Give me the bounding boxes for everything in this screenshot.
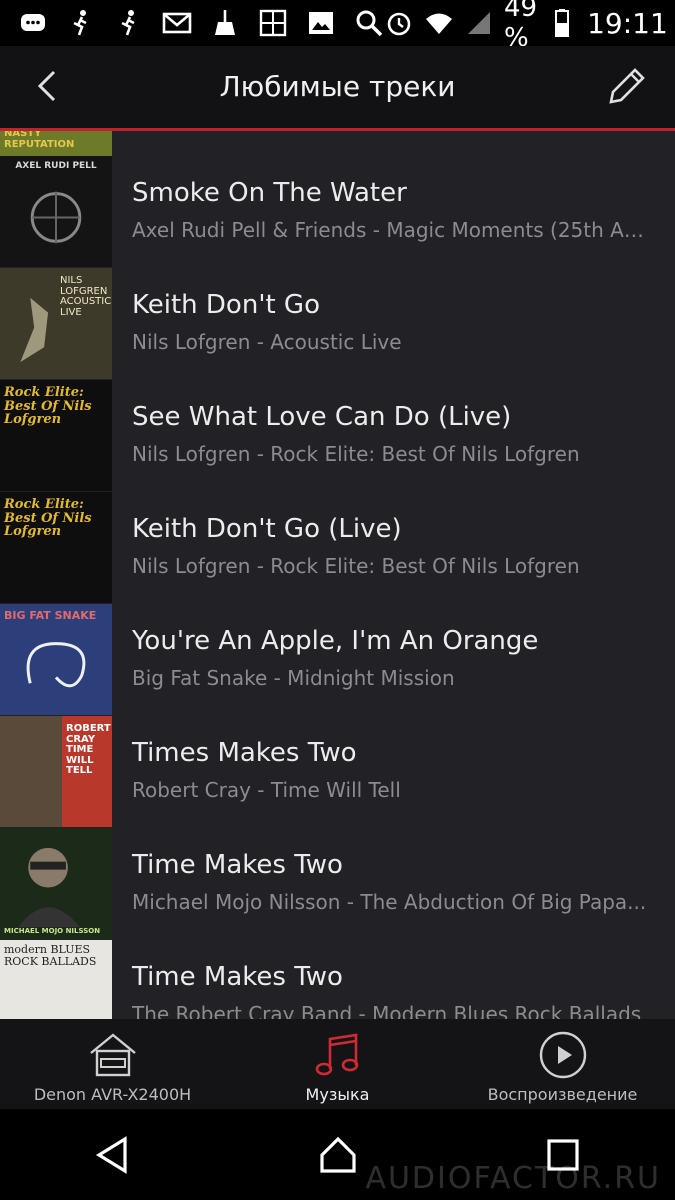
status-bar: 49 % 19:11: [0, 0, 675, 53]
app-header: Любимые треки: [0, 46, 675, 131]
list-item[interactable]: MICHAEL MOJO NILSSON Time Makes Two Mich…: [0, 828, 675, 941]
music-note-icon: [312, 1029, 364, 1081]
list-item[interactable]: Rock Elite: Best Of Nils Lofgren See Wha…: [0, 380, 675, 493]
track-subtitle: Nils Lofgren - Rock Elite: Best Of Nils …: [132, 554, 580, 578]
album-art-text: MICHAEL MOJO NILSSON: [4, 926, 101, 935]
list-item[interactable]: BIG FAT SNAKE You're An Apple, I'm An Or…: [0, 604, 675, 717]
album-art-text: modern BLUES ROCK BALLADS: [4, 943, 97, 968]
nav-device[interactable]: Denon AVR-X2400H: [0, 1019, 225, 1109]
battery-icon: [547, 8, 577, 38]
nav-playback[interactable]: Воспроизведение: [450, 1019, 675, 1109]
track-title: See What Love Can Do (Live): [132, 402, 512, 432]
album-art-text: Rock Elite: Best Of Nils Lofgren: [4, 385, 92, 428]
album-art: AXEL RUDI PELL: [0, 156, 112, 267]
track-title: Time Makes Two: [132, 962, 343, 992]
list-item[interactable]: AXEL RUDI PELL Smoke On The Water Axel R…: [0, 156, 675, 269]
track-subtitle: Michael Mojo Nilsson - The Abduction Of …: [132, 890, 647, 914]
home-icon[interactable]: [316, 1133, 360, 1177]
gallery-icon: [258, 8, 288, 38]
album-art: NASTY REPUTATION: [0, 131, 112, 156]
broom-icon: [210, 8, 240, 38]
watermark: AUDIOFACTOR.RU: [365, 1161, 661, 1196]
album-art: Rock Elite: Best Of Nils Lofgren: [0, 380, 112, 491]
runner-icon: [114, 8, 144, 38]
track-title: Keith Don't Go (Live): [132, 514, 402, 544]
favorite-tracks-list[interactable]: NASTY REPUTATION AXEL RUDI PELL Smoke On…: [0, 131, 675, 1019]
track-title: Times Makes Two: [132, 738, 357, 768]
album-art: ROBERT CRAY TIME WILL TELL: [0, 716, 112, 827]
nav-device-label: Denon AVR-X2400H: [33, 1085, 192, 1104]
list-item[interactable]: NILS LOFGREN ACOUSTIC LIVE Keith Don't G…: [0, 268, 675, 381]
play-circle-icon: [537, 1029, 589, 1081]
album-art: modern BLUES ROCK BALLADS: [0, 940, 112, 1019]
nav-playback-label: Воспроизведение: [487, 1085, 638, 1104]
search-icon: [354, 8, 384, 38]
signal-icon: [464, 8, 494, 38]
track-title: Keith Don't Go: [132, 290, 320, 320]
album-art: Rock Elite: Best Of Nils Lofgren: [0, 492, 112, 603]
album-art: NILS LOFGREN ACOUSTIC LIVE: [0, 268, 112, 379]
clock: 19:11: [587, 6, 668, 40]
wifi-icon: [424, 8, 454, 38]
mail-icon: [162, 8, 192, 38]
album-art-text: ROBERT CRAY TIME WILL TELL: [66, 723, 111, 776]
back-triangle-icon[interactable]: [91, 1133, 135, 1177]
nav-music-label: Музыка: [305, 1085, 370, 1104]
list-item[interactable]: NASTY REPUTATION: [0, 131, 675, 158]
track-subtitle: Nils Lofgren - Rock Elite: Best Of Nils …: [132, 442, 580, 466]
album-art: BIG FAT SNAKE: [0, 604, 112, 715]
runner-icon: [66, 8, 96, 38]
album-art: MICHAEL MOJO NILSSON: [0, 828, 112, 939]
album-art-text: NASTY REPUTATION: [4, 131, 75, 150]
track-subtitle: Nils Lofgren - Acoustic Live: [132, 330, 402, 354]
album-art-text: Rock Elite: Best Of Nils Lofgren: [4, 497, 92, 540]
alarm-icon: [384, 8, 414, 38]
system-navigation: AUDIOFACTOR.RU: [0, 1109, 675, 1200]
bottom-navigation: Denon AVR-X2400H Музыка Воспроизведение: [0, 1019, 675, 1109]
page-title: Любимые треки: [219, 70, 456, 103]
pencil-icon[interactable]: [603, 64, 649, 110]
track-subtitle: Axel Rudi Pell & Friends - Magic Moments…: [132, 218, 650, 242]
list-item[interactable]: Rock Elite: Best Of Nils Lofgren Keith D…: [0, 492, 675, 605]
list-item[interactable]: ROBERT CRAY TIME WILL TELL Times Makes T…: [0, 716, 675, 829]
track-subtitle: The Robert Cray Band - Modern Blues Rock…: [132, 1002, 642, 1019]
image-icon: [306, 8, 336, 38]
chat-icon: [18, 8, 48, 38]
track-title: Smoke On The Water: [132, 178, 407, 208]
track-title: You're An Apple, I'm An Orange: [132, 626, 539, 656]
track-title: Time Makes Two: [132, 850, 343, 880]
list-item[interactable]: modern BLUES ROCK BALLADS Time Makes Two…: [0, 940, 675, 1019]
track-subtitle: Robert Cray - Time Will Tell: [132, 778, 401, 802]
nav-music[interactable]: Музыка: [225, 1019, 450, 1109]
house-icon: [87, 1029, 139, 1081]
track-subtitle: Big Fat Snake - Midnight Mission: [132, 666, 455, 690]
